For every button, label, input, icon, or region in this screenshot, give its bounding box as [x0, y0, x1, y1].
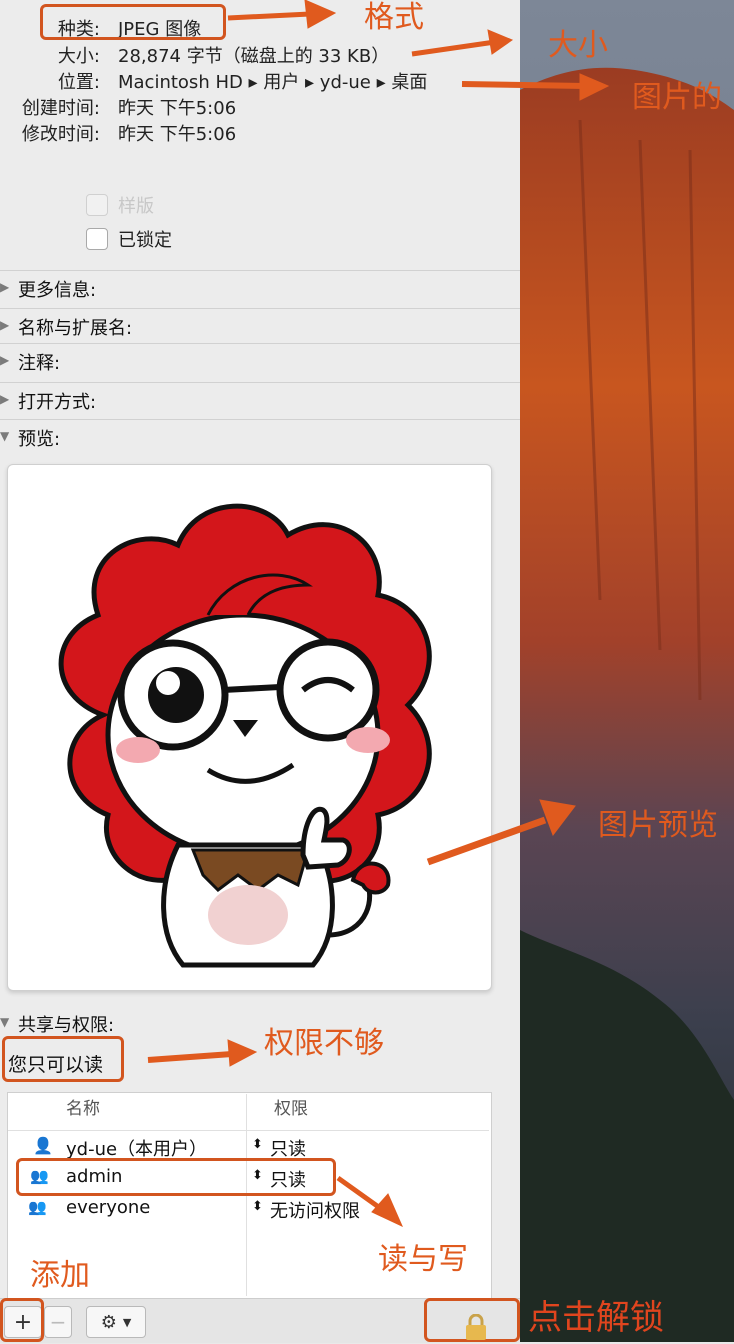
annotation-add: 添加 — [30, 1258, 90, 1293]
annotation-size: 大小 — [548, 28, 608, 63]
annotation-preview: 图片预览 — [598, 808, 718, 843]
annotation-format: 格式 — [364, 0, 424, 35]
annotation-unlock: 点击解锁 — [528, 1298, 664, 1338]
annotation-insufficient: 权限不够 — [264, 1026, 384, 1061]
annotation-arrows — [147, 0, 610, 1228]
annotation-read-write: 读与写 — [378, 1242, 468, 1277]
annotation-location: 图片的 — [632, 80, 722, 115]
